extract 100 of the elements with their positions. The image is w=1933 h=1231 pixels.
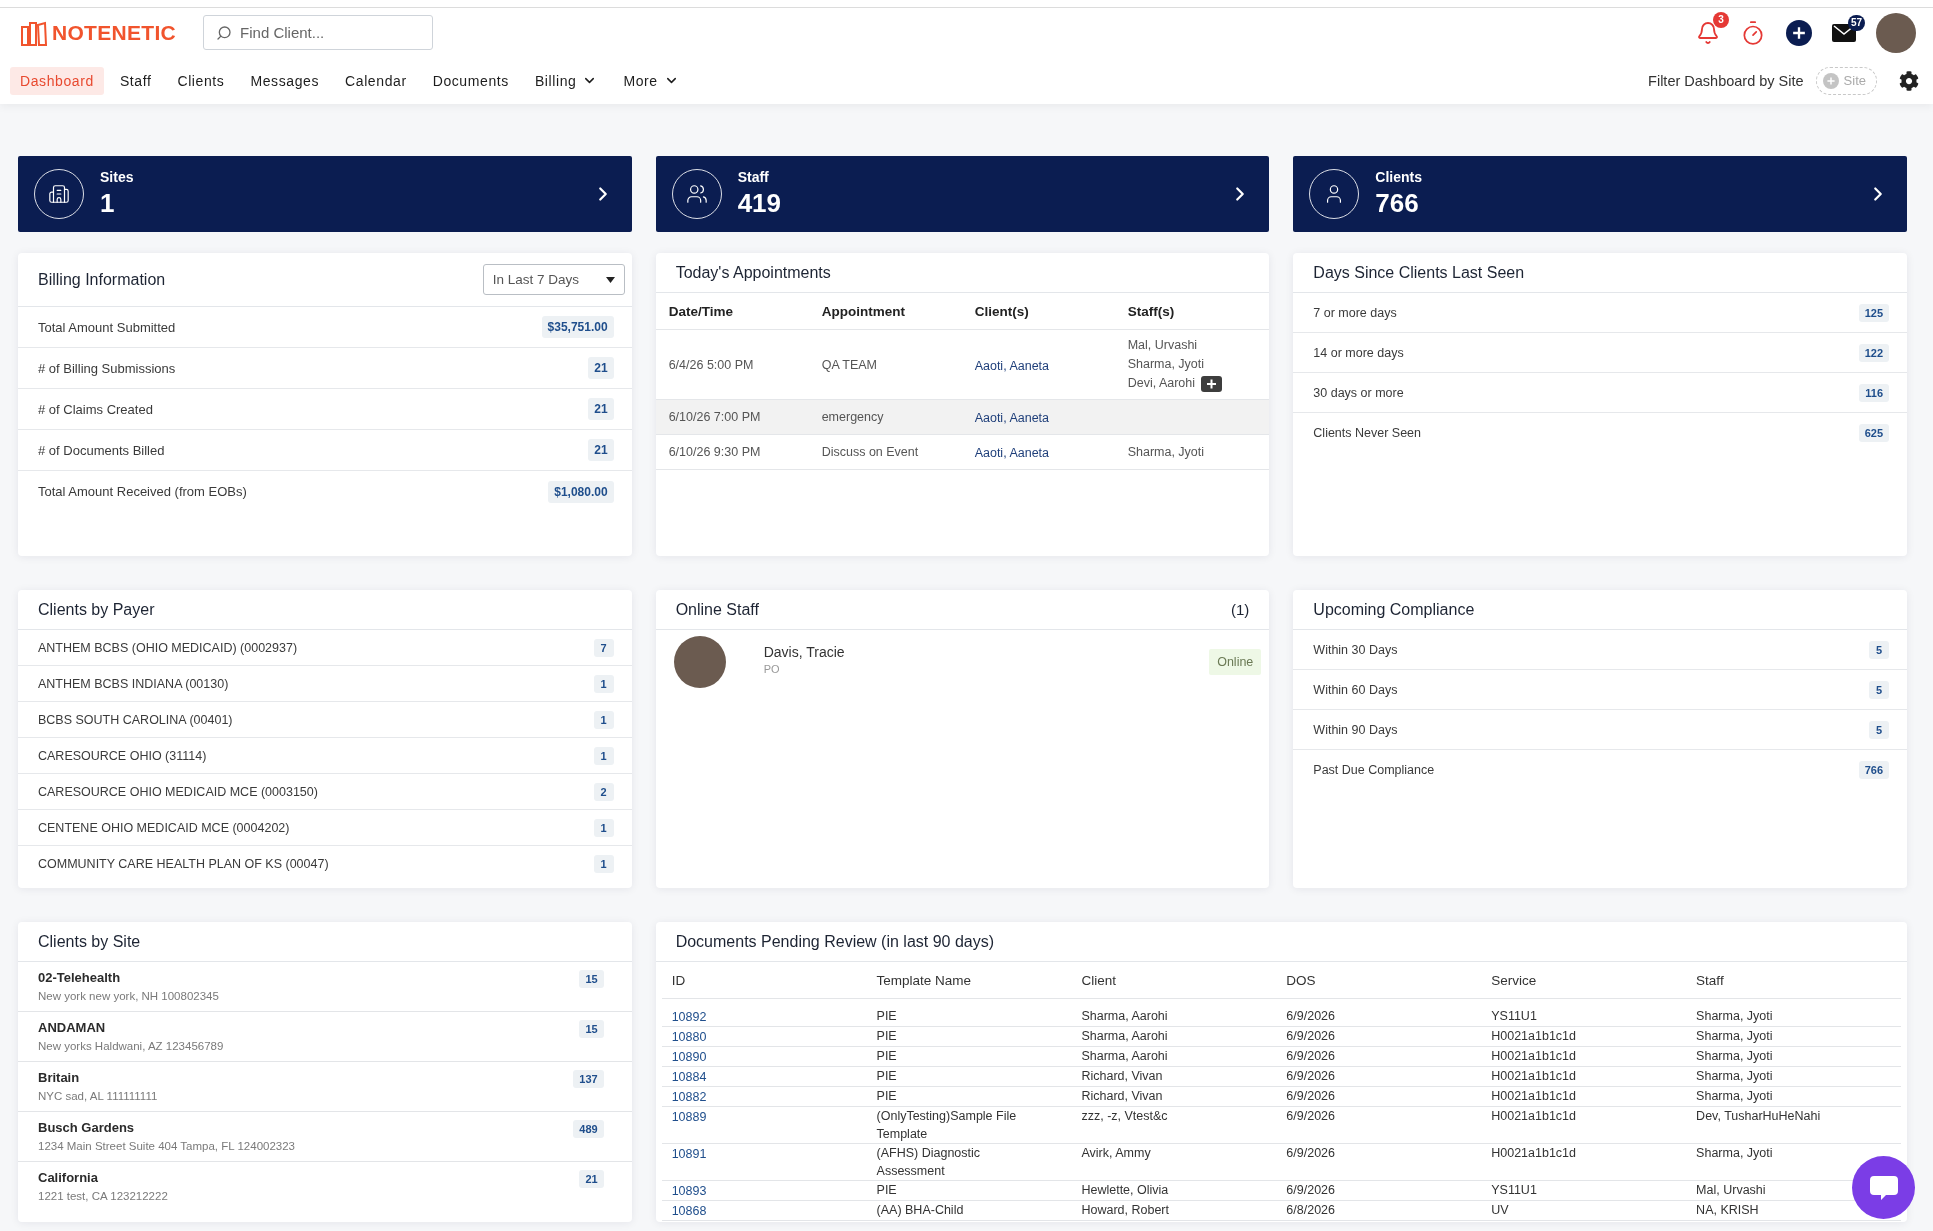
table-cell-text: Mal, Urvashi — [1696, 1182, 1767, 1199]
row-label: ANTHEM BCBS (OHIO MEDICAID) (0002937) — [38, 640, 298, 655]
count-badge: 116 — [1859, 383, 1889, 402]
site-name: Busch Gardens — [38, 1120, 136, 1135]
table-cell-text: Sharma, Jyoti — [1696, 1145, 1774, 1162]
count-badge: 15 — [579, 1020, 604, 1038]
row-label: 14 or more days — [1313, 345, 1404, 360]
table-cell-text: 6/8/2026 — [1286, 1202, 1336, 1219]
row-label: Total Amount Submitted — [38, 319, 176, 335]
panel-title: Today's Appointments — [675, 263, 831, 282]
table-cell-text: 6/10/26 7:00 PM — [668, 410, 762, 424]
building-icon — [34, 169, 84, 219]
site-name: Britain — [38, 1070, 81, 1085]
nav-tab[interactable]: More — [613, 66, 689, 95]
table-cell-text: H0021a1b1c1d — [1491, 1145, 1577, 1162]
table-cell-text: Sharma, Jyoti — [1696, 1048, 1774, 1065]
table-cell-text: H0021a1b1c1d — [1491, 1068, 1577, 1085]
staff-name: Davis, Tracie — [763, 643, 845, 660]
column-header: Client(s) — [974, 303, 1030, 319]
table-cell-text: PIE — [876, 1028, 898, 1045]
document-id-link[interactable]: 10890 — [671, 1050, 707, 1064]
column-header: Template Name — [876, 972, 973, 988]
avatar-placeholder — [673, 636, 726, 688]
table-cell-text: Discuss on Event — [821, 445, 920, 459]
count-badge: 1 — [593, 746, 614, 765]
table-cell-text: 6/9/2026 — [1286, 1028, 1336, 1045]
table-cell-text: Howard, Robert — [1081, 1202, 1170, 1219]
count-badge: 489 — [573, 1120, 604, 1138]
nav-tab[interactable]: Messages — [240, 66, 330, 95]
plus-circle-icon[interactable] — [1786, 19, 1812, 46]
row-label: # of Claims Created — [38, 401, 153, 417]
stat-card[interactable]: Staff 419 — [655, 156, 1270, 232]
range-dropdown[interactable]: In Last 7 Days — [482, 264, 625, 295]
settings-icon[interactable] — [1899, 70, 1919, 91]
table-cell-text: (AFHS) Diagnostic Assessment — [876, 1145, 982, 1180]
document-id-link[interactable]: 10882 — [671, 1090, 707, 1104]
count-badge: 1 — [593, 710, 614, 729]
search-field[interactable]: Find Client... — [203, 15, 434, 50]
staff-name: Mal, Urvashi — [1127, 337, 1198, 354]
column-header: ID — [671, 972, 687, 988]
row-label: Within 60 Days — [1313, 682, 1398, 697]
panel-title: Documents Pending Review (in last 90 days) — [675, 932, 995, 951]
document-id-link[interactable]: 10891 — [671, 1147, 707, 1161]
row-label: 7 or more days — [1313, 305, 1397, 320]
count-badge: $1,080.00 — [548, 480, 614, 503]
table-cell-text: 6/9/2026 — [1286, 1088, 1336, 1105]
nav-tab[interactable]: Clients — [167, 66, 235, 95]
count-badge: 21 — [588, 439, 614, 461]
count-badge: 21 — [588, 398, 614, 420]
client-link[interactable]: Aaoti, Aaneta — [974, 358, 1050, 373]
site-name: California — [38, 1170, 99, 1185]
client-link[interactable]: Aaoti, Aaneta — [974, 411, 1050, 425]
site-address: New york new york, NH 100802345 — [38, 990, 219, 1002]
table-cell-text: 6/10/26 9:30 PM — [668, 445, 762, 459]
plus-circle-icon — [1822, 72, 1839, 89]
nav-tab[interactable]: Billing — [524, 66, 608, 95]
document-id-link[interactable]: 10868 — [671, 1204, 707, 1218]
document-id-link[interactable]: 10880 — [671, 1030, 707, 1044]
document-id-link[interactable]: 10889 — [671, 1110, 707, 1124]
bell-icon[interactable] — [1696, 20, 1720, 45]
row-label: CENTENE OHIO MEDICAID MCE (0004202) — [38, 820, 290, 835]
document-id-link[interactable]: 10893 — [671, 1184, 707, 1198]
count-badge: 5 — [1869, 680, 1889, 699]
site-address: NYC sad, AL 111111111 — [38, 1090, 158, 1102]
count-badge: 1 — [593, 818, 614, 837]
count-badge: 15 — [579, 970, 604, 988]
document-id-link[interactable]: 10884 — [671, 1070, 707, 1084]
avatar-placeholder[interactable] — [1876, 12, 1916, 53]
count-badge: 1 — [593, 674, 614, 693]
count-badge: 1 — [593, 855, 614, 873]
stat-label: Sites — [100, 169, 134, 185]
count-badge: 625 — [1858, 424, 1889, 442]
count-badge: 21 — [579, 1170, 604, 1188]
document-id-link[interactable]: 10892 — [671, 1010, 707, 1024]
nav-tab[interactable]: Staff — [109, 66, 162, 95]
nav-tab[interactable]: Calendar — [335, 66, 417, 95]
filter-label: Filter Dashboard by Site — [1648, 72, 1804, 89]
table-cell-text: Sharma, Jyoti — [1696, 1008, 1774, 1025]
table-cell-text: PIE — [876, 1048, 898, 1065]
table-cell-text: 6/4/26 5:00 PM — [668, 357, 755, 372]
nav-tab[interactable]: Documents — [422, 66, 519, 95]
row-label: 30 days or more — [1313, 385, 1404, 400]
table-cell-text: 6/9/2026 — [1286, 1048, 1336, 1065]
person-icon — [1309, 169, 1360, 219]
stat-card[interactable]: Sites 1 — [18, 156, 632, 232]
table-cell-text: 6/9/2026 — [1286, 1108, 1336, 1125]
count-badge: 2 — [593, 782, 614, 801]
plus-icon[interactable] — [1201, 375, 1223, 392]
table-cell-text: (AA) BHA-Child — [876, 1202, 965, 1219]
table-cell-text: Sharma, Jyoti — [1696, 1068, 1774, 1085]
table-cell-text: 6/9/2026 — [1286, 1145, 1336, 1162]
staff-name: Sharma, Jyoti — [1127, 356, 1205, 373]
table-cell-text: Richard, Vivan — [1081, 1088, 1164, 1105]
stat-card[interactable]: Clients 766 — [1293, 156, 1907, 232]
table-cell-text: zzz, -z, Vtest&c — [1081, 1108, 1169, 1125]
client-link[interactable]: Aaoti, Aaneta — [974, 446, 1050, 460]
column-header: Service — [1491, 972, 1538, 988]
row-label: Total Amount Received (from EOBs) — [38, 484, 247, 499]
table-cell-text: Sharma, Aarohi — [1081, 1008, 1169, 1025]
stat-label: Clients — [1375, 169, 1422, 185]
